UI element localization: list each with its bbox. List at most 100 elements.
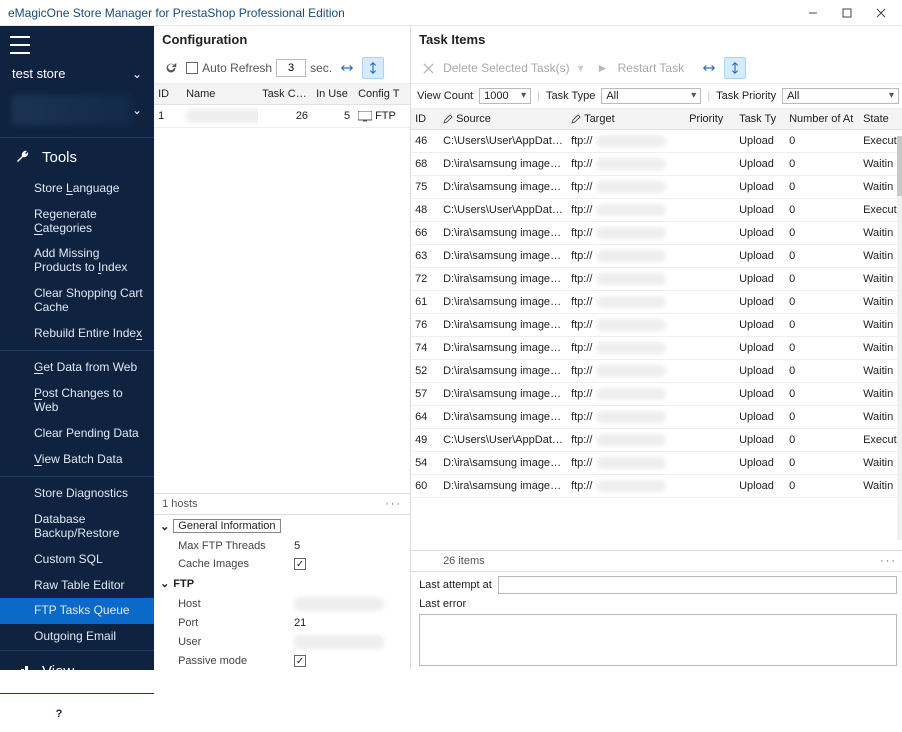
task-id: 48 <box>411 202 439 218</box>
expand-columns-button[interactable] <box>362 57 384 79</box>
sidebar-item[interactable]: Store Language <box>0 176 154 202</box>
cache-images-checkbox[interactable]: ✓ <box>294 558 306 570</box>
fit-columns-button[interactable] <box>336 57 358 79</box>
sidebar-item[interactable]: Custom SQL <box>0 547 154 573</box>
hosts-status-bar: 1 hosts ··· <box>154 493 410 514</box>
ftp-header[interactable]: ⌄ FTP <box>154 573 410 594</box>
sidebar-item[interactable]: Raw Table Editor <box>0 573 154 599</box>
task-id: 54 <box>411 455 439 471</box>
task-row[interactable]: 74D:\ira\samsung images\pftp://Upload0Wa… <box>411 337 902 360</box>
expand-columns-button[interactable] <box>724 57 746 79</box>
task-items-pane: Task Items Delete Selected Task(s) ▾ Res… <box>411 26 902 670</box>
sidebar-item[interactable]: Get Data from Web <box>0 355 154 381</box>
task-row[interactable]: 46C:\Users\User\AppData\Lftp://Upload0Ex… <box>411 130 902 153</box>
blurred-content <box>596 250 666 262</box>
sidebar-item-label: Store Diagnostics <box>34 486 128 500</box>
window-titlebar: eMagicOne Store Manager for PrestaShop P… <box>0 0 902 26</box>
window-close-button[interactable] <box>864 1 898 25</box>
sidebar-item-label: Rebuild Entire Index <box>34 326 142 340</box>
col-id[interactable]: ID <box>154 84 182 104</box>
task-priority-select[interactable]: All <box>782 88 899 104</box>
lock-icon[interactable] <box>86 704 104 722</box>
store-details[interactable]: ⌄ <box>0 91 154 129</box>
task-row[interactable]: 75D:\ira\samsung images\pftp://Upload0Wa… <box>411 176 902 199</box>
view-section-header[interactable]: View <box>0 650 154 693</box>
task-row[interactable]: 63D:\ira\samsung images\pftp://Upload0Wa… <box>411 245 902 268</box>
col-source[interactable]: Source <box>439 109 567 129</box>
ftp-port-value[interactable]: 21 <box>294 617 404 629</box>
tasks-scrollbar[interactable] <box>897 136 902 540</box>
sidebar-item-label: Custom SQL <box>34 552 103 566</box>
ftp-passive-checkbox[interactable]: ✓ <box>294 655 306 667</box>
general-information-label: General Information <box>173 519 280 533</box>
task-id: 68 <box>411 156 439 172</box>
task-row[interactable]: 54D:\ira\samsung images\pftp://Upload0Wa… <box>411 452 902 475</box>
window-minimize-button[interactable] <box>796 1 830 25</box>
col-attempts[interactable]: Number of At <box>785 109 859 129</box>
col-id[interactable]: ID <box>411 109 439 129</box>
task-type-select[interactable]: All <box>601 88 701 104</box>
task-row[interactable]: 57D:\ira\samsung images\pftp://Upload0Wa… <box>411 383 902 406</box>
store-selector[interactable]: test store ⌄ <box>0 60 154 87</box>
delete-tasks-button[interactable]: Delete Selected Task(s) <box>443 61 570 75</box>
task-row[interactable]: 60D:\ira\samsung images\pftp://Upload0Wa… <box>411 475 902 498</box>
refresh-button[interactable] <box>160 57 182 79</box>
tools-section-header[interactable]: Tools <box>0 137 154 176</box>
sidebar-item-label: Outgoing Email <box>34 629 116 643</box>
col-target[interactable]: Target <box>567 109 685 129</box>
blurred-content <box>596 273 666 285</box>
task-row[interactable]: 52D:\ira\samsung images\pftp://Upload0Wa… <box>411 360 902 383</box>
max-ftp-threads-value[interactable]: 5 <box>294 540 404 552</box>
hamburger-icon[interactable] <box>10 36 30 54</box>
sidebar-item[interactable]: Add Missing Products to Index <box>0 241 154 281</box>
gear-icon[interactable] <box>122 704 140 722</box>
ftp-passive-label: Passive mode <box>178 655 288 667</box>
sidebar-item[interactable]: Outgoing Email <box>0 624 154 650</box>
sidebar-item[interactable]: Clear Shopping Cart Cache <box>0 281 154 321</box>
col-state[interactable]: State <box>859 109 902 129</box>
view-count-select[interactable]: 1000 <box>479 88 531 104</box>
task-target: ftp:// <box>567 271 685 287</box>
last-error-field[interactable] <box>419 614 897 666</box>
task-row[interactable]: 64D:\ira\samsung images\pftp://Upload0Wa… <box>411 406 902 429</box>
task-row[interactable]: 68D:\ira\samsung images\pftp://Upload0Wa… <box>411 153 902 176</box>
auto-refresh-interval-input[interactable] <box>276 59 306 77</box>
col-inuse[interactable]: In Use <box>312 84 354 104</box>
chevron-down-icon: ⌄ <box>132 67 142 81</box>
col-name[interactable]: Name <box>182 84 258 104</box>
configuration-pane: Configuration Auto Refresh sec. ID <box>154 26 411 670</box>
task-row[interactable]: 48C:\Users\User\AppData\Lftp://Upload0Ex… <box>411 199 902 222</box>
task-row[interactable]: 76D:\ira\samsung images\pftp://Upload0Wa… <box>411 314 902 337</box>
sidebar-item[interactable]: Rebuild Entire Index <box>0 321 154 347</box>
task-row[interactable]: 66D:\ira\samsung images\pftp://Upload0Wa… <box>411 222 902 245</box>
task-id: 74 <box>411 340 439 356</box>
task-target: ftp:// <box>567 133 685 149</box>
monitor-icon <box>358 111 372 122</box>
sidebar-item[interactable]: FTP Tasks Queue <box>0 598 154 624</box>
window-maximize-button[interactable] <box>830 1 864 25</box>
general-information-header[interactable]: ⌄ General Information <box>154 515 410 537</box>
fit-columns-button[interactable] <box>698 57 720 79</box>
auto-refresh-checkbox[interactable] <box>186 62 198 74</box>
help-icon[interactable]: ? <box>50 704 68 722</box>
sidebar-item[interactable]: Post Changes to Web <box>0 381 154 421</box>
col-priority[interactable]: Priority <box>685 109 735 129</box>
sidebar-item[interactable]: Store Diagnostics <box>0 481 154 507</box>
col-configtype[interactable]: Config T <box>354 84 410 104</box>
sidebar-item[interactable]: Clear Pending Data <box>0 421 154 447</box>
task-row[interactable]: 49C:\Users\User\AppData\Lftp://Upload0Ex… <box>411 429 902 452</box>
sidebar-item[interactable]: View Batch Data <box>0 447 154 473</box>
task-row[interactable]: 61D:\ira\samsung images\pftp://Upload0Wa… <box>411 291 902 314</box>
hosts-table-row[interactable]: 1 26 5 FTP <box>154 105 410 128</box>
save-icon[interactable] <box>14 704 32 722</box>
col-tasktype[interactable]: Task Ty <box>735 109 785 129</box>
last-attempt-field[interactable] <box>498 576 897 594</box>
task-row[interactable]: 72D:\ira\samsung images\pftp://Upload0Wa… <box>411 268 902 291</box>
col-taskcount[interactable]: Task Cour <box>258 84 312 104</box>
task-attempts: 0 <box>785 225 859 241</box>
blurred-content <box>596 135 666 147</box>
sidebar-item[interactable]: Database Backup/Restore <box>0 507 154 547</box>
task-target: ftp:// <box>567 455 685 471</box>
sidebar-item[interactable]: Regenerate Categories <box>0 202 154 242</box>
restart-task-button[interactable]: Restart Task <box>618 61 684 75</box>
